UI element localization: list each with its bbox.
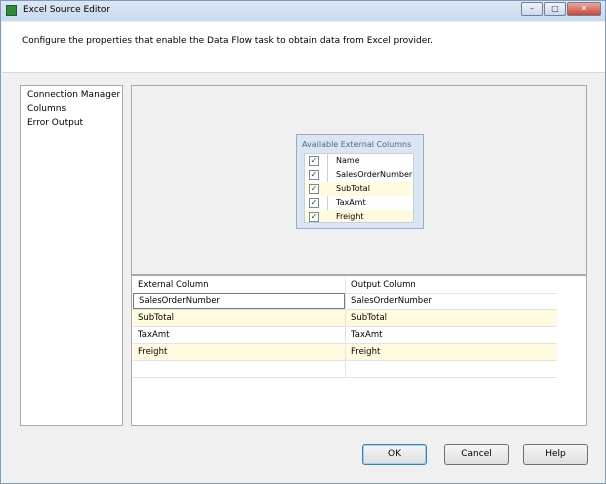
nav-item-columns[interactable]: Columns <box>27 104 66 114</box>
column-mapping-grid: External Column Output Column SalesOrder… <box>131 275 587 426</box>
excel-icon <box>6 5 17 16</box>
available-column-row: ✓ Freight <box>305 210 413 222</box>
nav-item-connection-manager[interactable]: Connection Manager <box>27 90 120 100</box>
available-columns-title: Available External Columns <box>302 140 412 149</box>
close-button[interactable]: ✕ <box>567 2 601 16</box>
external-column-cell[interactable]: TaxAmt <box>133 327 345 343</box>
available-column-row: ✓ SalesOrderNumber <box>305 168 413 182</box>
ok-button[interactable]: OK <box>362 444 427 465</box>
header-description: Configure the properties that enable the… <box>22 36 433 46</box>
help-button[interactable]: Help <box>523 444 588 465</box>
cancel-button[interactable]: Cancel <box>444 444 509 465</box>
column-mapping-area: Available External Columns ✓ Name ✓ Sale… <box>131 85 587 275</box>
column-checkbox[interactable]: ✓ <box>309 184 319 194</box>
grid-header-row: External Column Output Column <box>133 277 557 294</box>
external-column-cell[interactable] <box>133 361 345 377</box>
column-checkbox[interactable]: ✓ <box>309 198 319 208</box>
available-column-row: ✓ TaxAmt <box>305 196 413 210</box>
table-row: Freight Freight <box>133 344 557 361</box>
available-columns-header-row: ✓ Name <box>305 154 413 168</box>
column-name: TaxAmt <box>336 198 366 207</box>
output-column-cell[interactable]: TaxAmt <box>345 327 557 343</box>
page-navigation-list: Connection Manager Columns Error Output <box>20 85 123 426</box>
external-column-cell[interactable]: SalesOrderNumber <box>133 293 345 309</box>
title-bar[interactable]: Excel Source Editor – □ ✕ <box>1 1 605 21</box>
nav-item-error-output[interactable]: Error Output <box>27 118 83 128</box>
table-row: SubTotal SubTotal <box>133 310 557 327</box>
header-panel: Configure the properties that enable the… <box>2 22 605 73</box>
external-column-header[interactable]: External Column <box>133 277 345 293</box>
column-name: Freight <box>336 212 364 221</box>
table-row: SalesOrderNumber SalesOrderNumber <box>133 293 557 310</box>
maximize-button[interactable]: □ <box>544 2 566 16</box>
output-column-cell[interactable]: SalesOrderNumber <box>345 293 557 309</box>
column-checkbox[interactable]: ✓ <box>309 170 319 180</box>
output-column-cell[interactable] <box>345 361 557 377</box>
column-name: SubTotal <box>336 184 370 193</box>
excel-source-editor-dialog: Excel Source Editor – □ ✕ Configure the … <box>0 0 606 484</box>
column-checkbox[interactable]: ✓ <box>309 212 319 222</box>
table-row-empty[interactable] <box>133 361 557 378</box>
select-all-checkbox[interactable]: ✓ <box>309 156 319 166</box>
output-column-header[interactable]: Output Column <box>345 277 557 293</box>
available-column-row: ✓ SubTotal <box>305 182 413 196</box>
output-column-cell[interactable]: SubTotal <box>345 310 557 326</box>
external-column-cell[interactable]: SubTotal <box>133 310 345 326</box>
column-name: SalesOrderNumber <box>336 170 413 179</box>
available-columns-list: ✓ Name ✓ SalesOrderNumber ✓ SubTotal ✓ T… <box>304 153 414 223</box>
minimize-button[interactable]: – <box>521 2 543 16</box>
window-title: Excel Source Editor <box>23 5 111 15</box>
output-column-cell[interactable]: Freight <box>345 344 557 360</box>
available-external-columns-box[interactable]: Available External Columns ✓ Name ✓ Sale… <box>296 134 424 229</box>
table-row: TaxAmt TaxAmt <box>133 327 557 344</box>
external-column-cell[interactable]: Freight <box>133 344 345 360</box>
name-column-header: Name <box>336 156 360 165</box>
